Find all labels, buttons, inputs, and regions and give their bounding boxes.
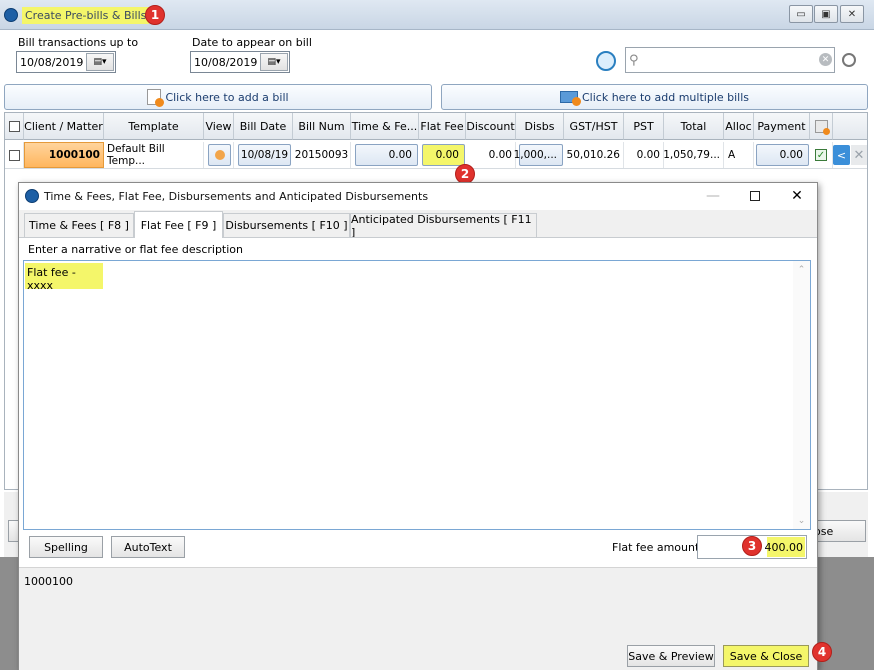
header-gst-hst[interactable]: GST/HST xyxy=(564,113,624,140)
share-icon[interactable]: < xyxy=(833,145,850,165)
narrative-scrollbar[interactable]: ⌃ ⌄ xyxy=(793,261,810,529)
dialog-minimize-icon: — xyxy=(706,188,720,204)
narrative-label: Enter a narrative or flat fee descriptio… xyxy=(28,243,243,256)
settings-gear-icon[interactable] xyxy=(842,53,856,67)
bill-transactions-calendar-button[interactable]: ▤▾ xyxy=(86,53,114,71)
header-spacer xyxy=(833,113,867,140)
delete-row-icon[interactable]: ✕ xyxy=(851,145,867,165)
bill-status-icon xyxy=(814,119,830,135)
header-bill-status[interactable] xyxy=(810,113,833,140)
add-bill-button[interactable]: Click here to add a bill xyxy=(4,84,432,110)
bill-transactions-label: Bill transactions up to xyxy=(18,36,139,49)
header-view[interactable]: View xyxy=(204,113,234,140)
dialog-minimize-button[interactable]: — xyxy=(700,186,726,206)
header-payment[interactable]: Payment xyxy=(754,113,810,140)
search-input[interactable]: ⚲ xyxy=(625,47,835,73)
header-time-fees[interactable]: Time & Fe... xyxy=(351,113,419,140)
callout-4: 4 xyxy=(812,642,832,662)
add-multiple-bills-button[interactable]: Click here to add multiple bills xyxy=(441,84,868,110)
time-fees-cell[interactable]: 0.00 xyxy=(355,144,418,166)
total-cell[interactable]: 1,050,79... xyxy=(663,142,724,168)
clear-search-icon[interactable]: ✕ xyxy=(819,53,832,66)
add-bill-icon xyxy=(147,89,165,107)
dialog-close-icon: ✕ xyxy=(791,188,803,204)
matter-number-label: 1000100 xyxy=(24,575,73,588)
add-multiple-bills-icon xyxy=(559,91,581,106)
autotext-button[interactable]: AutoText xyxy=(111,536,185,558)
disbs-cell[interactable]: 1,000,... xyxy=(514,144,563,166)
dialog-maximize-icon xyxy=(750,191,760,201)
select-all-header[interactable] xyxy=(5,113,24,140)
payment-cell[interactable]: 0.00 xyxy=(756,144,809,166)
row-status-cell[interactable]: ✓ xyxy=(810,142,833,168)
bill-transactions-date-value: 10/08/2019 xyxy=(20,55,84,69)
header-bill-date[interactable]: Bill Date xyxy=(234,113,293,140)
calendar-dropdown-icon: ▤▾ xyxy=(93,57,107,67)
date-on-bill-calendar-button[interactable]: ▤▾ xyxy=(260,53,288,71)
discount-cell[interactable]: 0.00 xyxy=(466,142,516,168)
tab-flat-fee[interactable]: Flat Fee [ F9 ] xyxy=(134,211,223,238)
gst-hst-cell[interactable]: 50,010.26 xyxy=(564,142,624,168)
view-button[interactable] xyxy=(208,144,231,166)
alloc-cell[interactable]: A xyxy=(724,142,754,168)
header-template[interactable]: Template xyxy=(104,113,204,140)
spelling-button[interactable]: Spelling xyxy=(29,536,103,558)
pst-cell[interactable]: 0.00 xyxy=(624,142,664,168)
narrative-textarea[interactable]: Flat fee - xxxx ⌃ ⌄ xyxy=(23,260,811,530)
header-pst[interactable]: PST xyxy=(624,113,664,140)
view-person-icon xyxy=(214,150,225,160)
minimize-icon: ▭ xyxy=(796,8,806,20)
main-window-title: Create Pre-bills & Bills xyxy=(22,7,150,24)
dialog-logo-icon xyxy=(25,189,39,203)
header-alloc[interactable]: Alloc xyxy=(724,113,754,140)
save-preview-button[interactable]: Save & Preview xyxy=(627,645,715,667)
close-button[interactable]: ✕ xyxy=(840,5,864,23)
flat-fee-amount-label: Flat fee amount xyxy=(612,541,700,554)
date-on-bill-label: Date to appear on bill xyxy=(192,36,312,49)
dialog-maximize-button[interactable] xyxy=(742,186,768,206)
callout-2: 2 xyxy=(455,164,475,184)
header-flat-fee[interactable]: Flat Fee xyxy=(419,113,466,140)
calendar-dropdown-icon: ▤▾ xyxy=(267,57,281,67)
header-bill-num[interactable]: Bill Num xyxy=(293,113,351,140)
header-disbs[interactable]: Disbs xyxy=(516,113,564,140)
header-discount[interactable]: Discount xyxy=(466,113,516,140)
tab-disbursements[interactable]: Disbursements [ F10 ] xyxy=(223,213,350,237)
refresh-icon[interactable] xyxy=(596,51,616,71)
header-client-matter[interactable]: Client / Matter xyxy=(24,113,104,140)
maximize-icon: ▣ xyxy=(821,8,831,20)
row-select-checkbox[interactable] xyxy=(8,149,20,161)
header-total[interactable]: Total xyxy=(664,113,724,140)
date-on-bill-value: 10/08/2019 xyxy=(194,55,258,69)
template-cell[interactable]: Default Bill Temp... xyxy=(104,142,204,168)
tab-anticipated-disbursements[interactable]: Anticipated Disbursements [ F11 ] xyxy=(350,213,537,239)
save-close-button[interactable]: Save & Close xyxy=(723,645,809,667)
flat-fee-cell[interactable]: 0.00 xyxy=(422,144,465,166)
add-bill-label: Click here to add a bill xyxy=(165,90,289,104)
dialog-close-button[interactable]: ✕ xyxy=(784,186,810,206)
scroll-up-icon[interactable]: ⌃ xyxy=(793,261,810,278)
minimize-button[interactable]: ▭ xyxy=(789,5,813,23)
app-logo-icon xyxy=(4,8,18,22)
main-close-button[interactable]: ose xyxy=(810,520,866,542)
callout-1: 1 xyxy=(145,5,165,25)
dialog-title: Time & Fees, Flat Fee, Disbursements and… xyxy=(44,190,429,203)
bill-num-cell[interactable]: 20150093 xyxy=(293,142,351,168)
maximize-button[interactable]: ▣ xyxy=(814,5,838,23)
narrative-text: Flat fee - xxxx xyxy=(25,263,103,292)
add-multiple-bills-label: Click here to add multiple bills xyxy=(581,90,750,104)
flat-fee-amount-value: 400.00 xyxy=(765,537,805,557)
tab-time-fees[interactable]: Time & Fees [ F8 ] xyxy=(24,213,134,237)
row-select-cell[interactable] xyxy=(5,142,24,168)
bill-date-cell[interactable]: 10/08/19 xyxy=(238,144,291,166)
callout-3: 3 xyxy=(742,536,762,556)
row-status-checkbox[interactable]: ✓ xyxy=(815,149,827,161)
scroll-down-icon[interactable]: ⌄ xyxy=(793,512,810,529)
search-icon: ⚲ xyxy=(629,52,639,68)
client-matter-cell[interactable]: 1000100 xyxy=(24,142,104,168)
select-all-checkbox[interactable] xyxy=(8,120,20,132)
close-icon: ✕ xyxy=(847,8,857,20)
